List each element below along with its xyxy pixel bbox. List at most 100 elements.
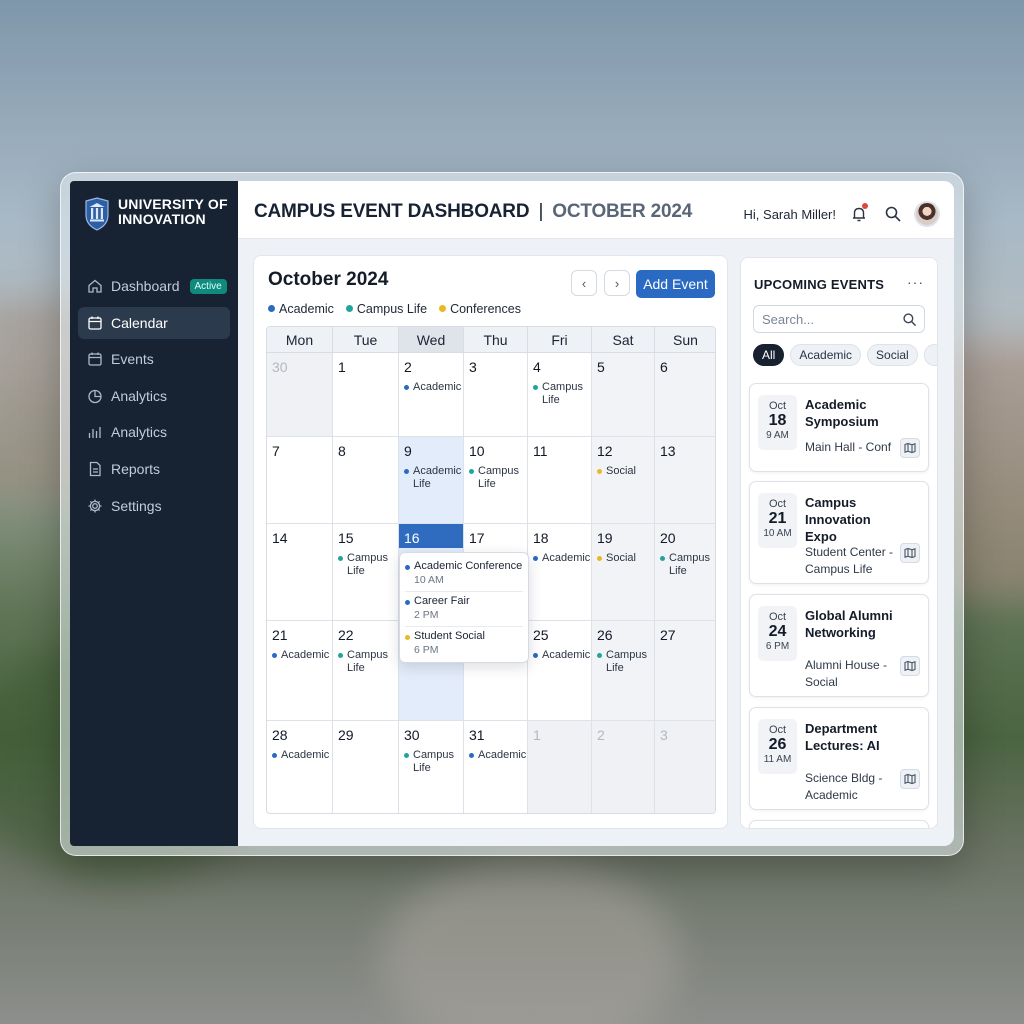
event-card[interactable]: Oct 24 6 PM Global Alumni Networking Alu… [749, 594, 929, 697]
day-cell[interactable]: 9 Academic Life [399, 437, 464, 524]
legend-label: Campus Life [356, 302, 428, 316]
event-card[interactable]: Oct 26 11 AM Department Lectures: AI Sci… [749, 707, 929, 810]
calendar-event[interactable]: Academic [404, 381, 463, 394]
calendar-event[interactable]: Campus Life [533, 381, 591, 407]
event-dot [338, 556, 343, 561]
day-cell[interactable]: 26 Campus Life [592, 621, 655, 721]
day-number: 12 [597, 443, 613, 459]
calendar-event[interactable]: Campus Life [404, 749, 463, 775]
day-cell[interactable]: 1 [333, 353, 399, 437]
brand[interactable]: UNIVERSITY OF INNOVATION [84, 197, 228, 231]
search-input[interactable]: Search... [753, 305, 925, 333]
day-cell[interactable]: 8 [333, 437, 399, 524]
map-button[interactable] [900, 543, 920, 563]
day-cell[interactable]: 25 Academic [528, 621, 592, 721]
day-cell[interactable]: 2 [592, 721, 655, 813]
day-cell[interactable]: 3 [464, 353, 528, 437]
day-cell[interactable]: 7 [267, 437, 333, 524]
sidebar-item-analytics-2[interactable]: Analytics [78, 416, 230, 448]
day-cell[interactable]: 21 Academic [267, 621, 333, 721]
day-cell[interactable]: 2 Academic [399, 353, 464, 437]
add-event-button[interactable]: Add Event [636, 270, 715, 298]
more-options-icon[interactable]: ··· [907, 274, 924, 290]
day-number: 26 [597, 627, 613, 643]
event-label: Campus Life [478, 465, 519, 490]
day-cell[interactable]: 30 [267, 353, 333, 437]
next-month-button[interactable]: › [604, 270, 630, 296]
sidebar-item-reports[interactable]: Reports [78, 453, 230, 485]
map-button[interactable] [900, 656, 920, 676]
calendar-event[interactable]: Academic Life [404, 465, 463, 491]
chip-academic[interactable]: Academic [790, 344, 862, 366]
day-cell[interactable]: 1 [528, 721, 592, 813]
map-button[interactable] [900, 438, 920, 458]
calendar-event[interactable]: Academic [533, 649, 591, 662]
event-time: 11 AM [763, 754, 792, 765]
day-cell[interactable]: 11 [528, 437, 592, 524]
day-cell[interactable]: 18 Academic [528, 524, 592, 621]
brand-name: UNIVERSITY OF INNOVATION [118, 196, 228, 227]
calendar-event[interactable]: Academic [272, 749, 332, 762]
day-cell[interactable]: 14 [267, 524, 333, 621]
chip-social[interactable]: Social [867, 344, 918, 366]
day-number: 9 [404, 443, 412, 459]
sidebar-item-analytics[interactable]: Analytics [78, 380, 230, 412]
sidebar-item-settings[interactable]: Settings [78, 490, 230, 522]
day-cell[interactable]: 19 Social [592, 524, 655, 621]
calendar-event[interactable]: Campus Life [660, 552, 715, 578]
avatar[interactable] [914, 201, 940, 227]
day-cell[interactable]: 3 [655, 721, 715, 813]
popover-event[interactable]: Student Social 6 PM [405, 627, 523, 661]
day-cell[interactable]: 28 Academic [267, 721, 333, 813]
map-button[interactable] [900, 769, 920, 789]
day-cell[interactable]: 4 Campus Life [528, 353, 592, 437]
calendar-event[interactable]: Academic [272, 649, 332, 662]
prev-month-button[interactable]: ‹ [571, 270, 597, 296]
day-cell[interactable]: 15 Campus Life [333, 524, 399, 621]
day-number: 1 [338, 359, 346, 375]
search-placeholder: Search... [762, 312, 815, 327]
dashboard-subtitle: OCTOBER 2024 [552, 201, 693, 222]
calendar-event[interactable]: Campus Life [338, 649, 398, 675]
day-cell[interactable]: 22 Campus Life [333, 621, 399, 721]
event-day: 24 [768, 623, 787, 640]
day-cell[interactable]: 6 [655, 353, 715, 437]
search-icon[interactable] [884, 205, 902, 223]
day-cell[interactable]: 13 [655, 437, 715, 524]
calendar-event[interactable]: Campus Life [469, 465, 527, 491]
day-cell[interactable]: 5 [592, 353, 655, 437]
day-cell[interactable]: 12 Social [592, 437, 655, 524]
sidebar-item-dashboard[interactable]: Dashboard Active [78, 270, 230, 302]
day-cell[interactable]: 29 [333, 721, 399, 813]
calendar-event[interactable]: Campus Life [597, 649, 654, 675]
sidebar-item-events[interactable]: Events [78, 343, 230, 375]
popover-event[interactable]: Academic Conference 10 AM [405, 557, 523, 592]
event-label: Academic [542, 552, 591, 564]
event-label: Academic [281, 649, 330, 661]
calendar-event[interactable]: Academic [533, 552, 591, 565]
event-card-partial[interactable] [749, 820, 929, 828]
weekday-label: Sat [592, 327, 655, 352]
chip-more[interactable] [923, 344, 937, 366]
popover-event[interactable]: Career Fair 2 PM [405, 592, 523, 627]
day-cell[interactable]: 20 Campus Life [655, 524, 715, 621]
day-cell[interactable]: 27 [655, 621, 715, 721]
sidebar-item-label: Reports [111, 460, 161, 477]
calendar-event[interactable]: Campus Life [338, 552, 398, 578]
day-cell[interactable]: 30 Campus Life [399, 721, 464, 813]
day-cell[interactable]: 31 Academic [464, 721, 528, 813]
day-number: 18 [533, 530, 549, 546]
event-dot [533, 556, 538, 561]
event-dot [597, 469, 602, 474]
calendar-event[interactable]: Social [597, 465, 654, 478]
chip-all[interactable]: All [753, 344, 785, 366]
calendar-event[interactable]: Social [597, 552, 654, 565]
day-cell[interactable]: 10 Campus Life [464, 437, 528, 524]
event-card[interactable]: Oct 21 10 AM Campus Innovation Expo Stud… [749, 481, 929, 584]
sidebar-item-calendar[interactable]: Calendar [78, 306, 230, 339]
event-dot [469, 469, 474, 474]
calendar-event[interactable]: Academic [469, 749, 527, 762]
event-card[interactable]: Oct 18 9 AM Academic Symposium Main Hall… [749, 383, 929, 472]
day-number: 30 [404, 727, 420, 743]
event-label: Campus Life [347, 649, 388, 674]
